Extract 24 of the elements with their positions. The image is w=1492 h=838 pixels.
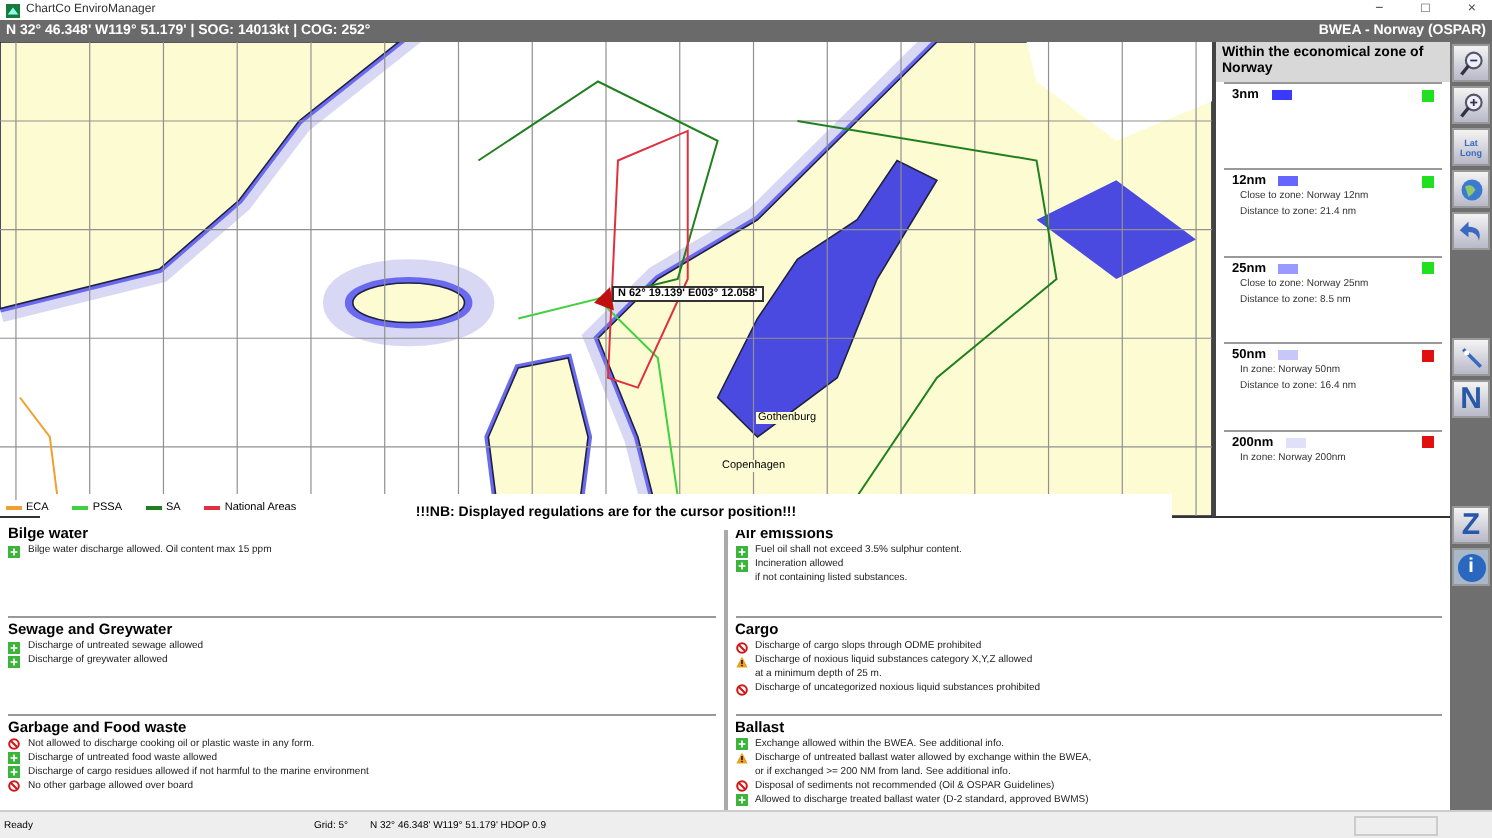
warning-icon [735, 655, 747, 668]
app-logo-icon [6, 3, 20, 17]
magnifier-icon [1457, 91, 1485, 119]
prohibited-icon [8, 780, 20, 793]
letter-button[interactable]: Z [1452, 506, 1490, 544]
prohibited-icon [735, 780, 747, 793]
letter-button[interactable]: N [1452, 380, 1490, 418]
back-arrow-icon [1457, 217, 1485, 245]
globe-button[interactable] [1452, 170, 1490, 208]
prohibited-icon [735, 641, 747, 654]
zoom-out-button[interactable] [1452, 44, 1490, 82]
back-button[interactable] [1452, 212, 1490, 250]
magnifier-icon [1457, 49, 1485, 77]
compass-button[interactable] [1452, 338, 1490, 376]
allowed-icon [735, 794, 747, 807]
allowed-icon [8, 545, 20, 557]
ruler-icon [1457, 343, 1485, 371]
warning-icon [735, 752, 747, 765]
globe-icon [1457, 175, 1485, 203]
prohibited-icon [735, 683, 747, 696]
prohibited-icon [8, 738, 20, 751]
allowed-icon [735, 738, 747, 751]
info-button[interactable]: i [1452, 548, 1490, 586]
zoom-in-button[interactable] [1452, 86, 1490, 124]
